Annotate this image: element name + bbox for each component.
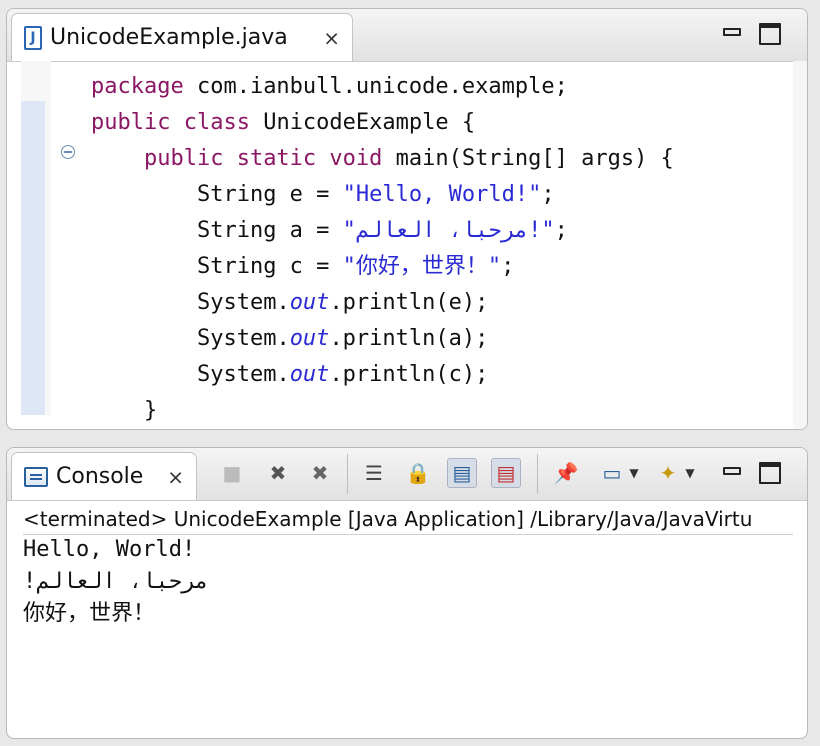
- console-panel: Console ⨯ ■ ✖ ✖ ☰ 🔒 ▤ ▤ 📌 ▭ ▼ ✦ ▼ <termi…: [6, 447, 808, 739]
- console-tab-bar: Console ⨯ ■ ✖ ✖ ☰ 🔒 ▤ ▤ 📌 ▭ ▼ ✦ ▼: [7, 448, 807, 501]
- minimize-icon[interactable]: [723, 467, 741, 475]
- code-token: ;: [541, 182, 555, 207]
- code-line: }: [91, 393, 787, 429]
- code-keyword: public static void: [143, 146, 383, 171]
- code-string: "!مرحبا، العالم": [342, 218, 555, 243]
- editor-tab-bar: J UnicodeExample.java ⨯: [7, 9, 807, 62]
- close-console-icon[interactable]: ⨯: [167, 465, 184, 489]
- code-token: main(String[] args) {: [382, 146, 674, 171]
- maximize-icon[interactable]: [759, 462, 781, 484]
- console-status: <terminated> UnicodeExample [Java Applic…: [23, 504, 793, 535]
- close-tab-icon[interactable]: ⨯: [323, 26, 340, 50]
- code-line: String c = "你好，世界！";: [91, 249, 787, 285]
- code-string: "Hello, World!": [342, 182, 542, 207]
- code-token: System.: [196, 290, 290, 315]
- code-token: .println(c);: [329, 362, 489, 387]
- code-token: com.ianbull.unicode.example;: [183, 74, 568, 99]
- minimize-icon[interactable]: [723, 28, 741, 36]
- code-token: UnicodeExample {: [249, 110, 476, 135]
- code-field: out: [289, 290, 330, 315]
- code-field: out: [289, 326, 330, 351]
- code-line: public static void main(String[] args) {: [91, 141, 787, 177]
- console-output-line: Hello, World!: [23, 537, 196, 562]
- console-tab[interactable]: Console ⨯: [11, 452, 197, 500]
- code-field: out: [289, 362, 330, 387]
- code-line: String a = "!مرحبا، العالم";: [91, 213, 787, 249]
- toolbar-separator: [537, 454, 538, 494]
- code-line: System.out.println(c);: [91, 357, 787, 393]
- code-keyword: public class: [91, 110, 250, 135]
- editor-ruler: [21, 61, 51, 415]
- clear-console-icon[interactable]: 🔒: [403, 458, 433, 488]
- code-token: System.: [196, 326, 290, 351]
- code-line: public class UnicodeExample {: [91, 105, 787, 141]
- code-string: "你好，世界！": [342, 254, 502, 279]
- editor-tab-label: UnicodeExample.java: [50, 25, 288, 50]
- pin-console-icon[interactable]: 📌: [551, 458, 581, 488]
- display-console-icon[interactable]: ▭: [597, 458, 627, 488]
- open-console-icon[interactable]: ✦: [653, 458, 683, 488]
- current-block-indicator: [21, 101, 45, 415]
- scroll-lock-icon[interactable]: ☰: [359, 458, 389, 488]
- console-toolbar: ■ ✖ ✖ ☰ 🔒 ▤ ▤ 📌 ▭ ▼ ✦ ▼: [207, 448, 807, 500]
- code-line: System.out.println(a);: [91, 321, 787, 357]
- toolbar-separator: [347, 454, 348, 494]
- console-output[interactable]: Hello, World! !مرحبا، العالم 你好，世界！: [23, 534, 793, 630]
- show-on-stdout-icon[interactable]: ▤: [447, 458, 477, 488]
- console-tab-label: Console: [56, 464, 144, 489]
- code-line: System.out.println(e);: [91, 285, 787, 321]
- code-area[interactable]: package com.ianbull.unicode.example; publ…: [91, 69, 787, 429]
- code-line: String e = "Hello, World!";: [91, 177, 787, 213]
- code-token: ;: [554, 218, 568, 243]
- java-file-icon: J: [24, 25, 42, 50]
- terminate-icon[interactable]: ■: [217, 458, 247, 488]
- show-on-stderr-icon[interactable]: ▤: [491, 458, 521, 488]
- console-output-line: 你好，世界！: [23, 601, 156, 626]
- console-output-line: !مرحبا، العالم: [23, 569, 209, 594]
- editor-tab[interactable]: J UnicodeExample.java ⨯: [11, 13, 353, 61]
- maximize-icon[interactable]: [759, 23, 781, 45]
- code-token: }: [143, 398, 158, 423]
- code-keyword: package: [91, 74, 184, 99]
- editor-overview-ruler: [793, 61, 807, 429]
- editor-panel: J UnicodeExample.java ⨯ package com.ianb…: [6, 8, 808, 430]
- code-token: String a =: [196, 218, 343, 243]
- code-token: String c =: [196, 254, 343, 279]
- console-icon: [24, 466, 48, 487]
- code-token: ;: [501, 254, 515, 279]
- code-token: .println(e);: [329, 290, 489, 315]
- code-token: System.: [196, 362, 290, 387]
- remove-launch-icon[interactable]: ✖: [263, 458, 293, 488]
- remove-all-terminated-icon[interactable]: ✖: [305, 458, 335, 488]
- code-line: package com.ianbull.unicode.example;: [91, 69, 787, 105]
- collapse-fold-icon[interactable]: [61, 145, 75, 159]
- code-token: String e =: [196, 182, 343, 207]
- chevron-down-icon[interactable]: ▼: [683, 458, 697, 488]
- code-token: .println(a);: [329, 326, 489, 351]
- chevron-down-icon[interactable]: ▼: [627, 458, 641, 488]
